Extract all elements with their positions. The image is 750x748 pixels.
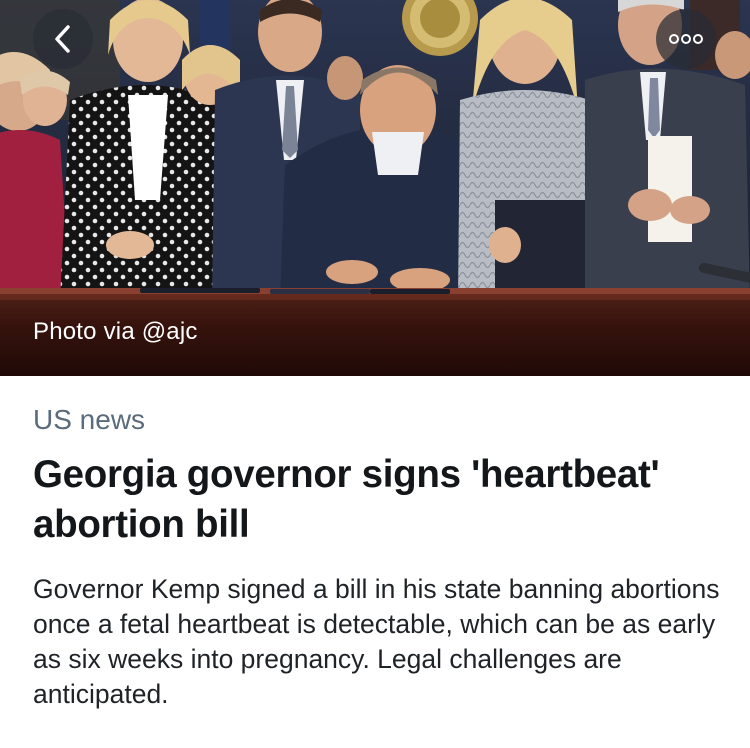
photo-credit: Photo via @ajc	[33, 318, 198, 345]
more-options-button[interactable]	[656, 9, 716, 69]
summary-text: Governor Kemp signed a bill in his state…	[33, 574, 720, 709]
more-horizontal-icon	[669, 34, 703, 44]
hero-photo: Photo via @ajc	[0, 0, 750, 376]
chevron-left-icon	[55, 25, 70, 53]
category-label[interactable]: US news	[33, 404, 145, 436]
headline: Georgia governor signs 'heartbeat' abort…	[33, 453, 660, 546]
back-button[interactable]	[33, 9, 93, 69]
news-moment-page: Photo via @ajc US news Georgia governor …	[0, 0, 750, 748]
